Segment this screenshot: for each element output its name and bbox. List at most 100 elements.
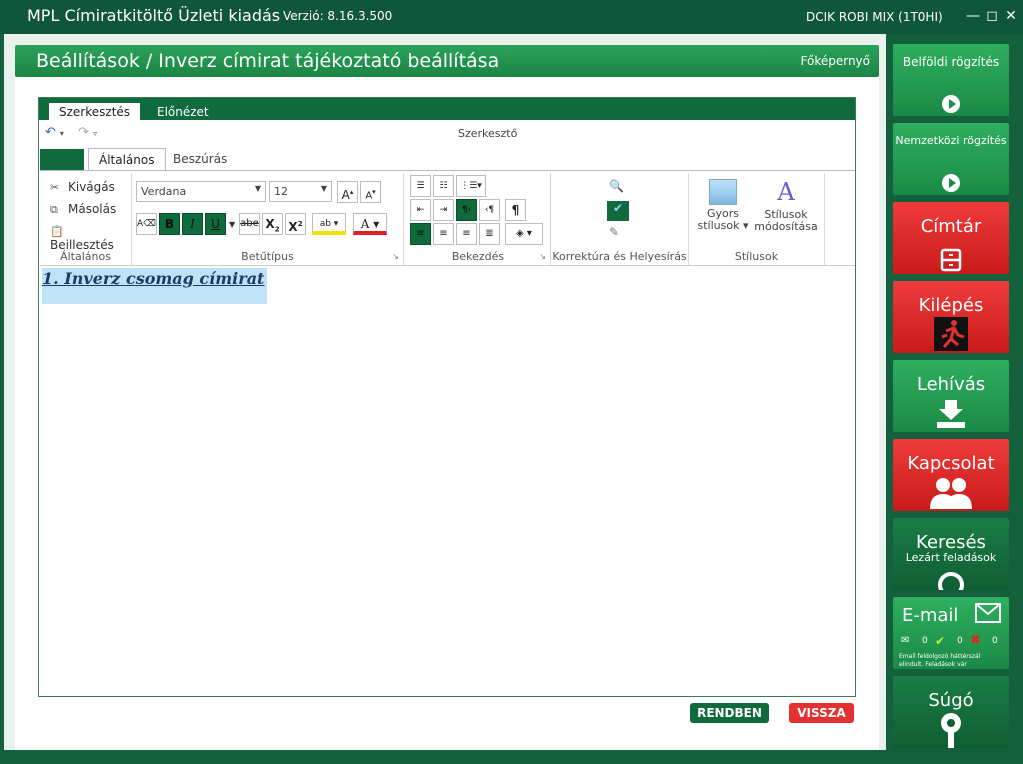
search-button[interactable]: Keresés Lezárt feladások [893,518,1009,590]
modify-styles-icon: A [777,178,795,206]
domestic-entry-button[interactable]: Belföldi rögzítés [893,44,1009,116]
ok-button[interactable]: RENDBEN [690,703,769,723]
modify-styles-label-2: módosítása [754,220,818,233]
decrease-indent-button[interactable]: ⇤ [410,199,431,221]
italic-button[interactable]: I [182,213,203,235]
contacts-icon [930,478,972,509]
font-size-select[interactable]: 12 ▼ [269,181,332,202]
version-label: Verzió: 8.16.3.500 [283,9,393,23]
numbered-list-button[interactable]: ☷ [433,175,454,197]
customize-qat-icon[interactable]: ▿ [93,129,97,138]
superscript-button[interactable]: X2 [285,213,306,235]
justify-button[interactable]: ≣ [479,223,500,245]
help-button[interactable]: Súgó [893,676,1009,748]
group-font-label: Betűtípus [241,250,294,263]
group-paragraph: ☰ ☷ ⋮☰▾ ⇤ ⇥ ¶› ‹¶ ¶ ≡ ≡ ≡ ≣ ◈ ▾ Bekezdés… [406,173,551,265]
ribbon-tab-general[interactable]: Általános [88,148,166,170]
rtl-button[interactable]: ‹¶ [479,199,500,221]
spell-check-icon[interactable]: ✔ [607,201,629,221]
highlight-button[interactable]: ab ▾ [312,213,346,235]
file-tab[interactable] [40,149,84,170]
show-marks-button[interactable]: ¶ [505,199,526,221]
email-panel[interactable]: E-mail ✉ 0 ✔ 0 ✖ 0 Email feldolgozó hátt… [893,597,1009,669]
clear-format-button[interactable]: A⌫ [136,213,157,235]
company-label: DCIK ROBI MIX (1T0HI) [806,10,943,24]
exit-button[interactable]: Kilépés [893,281,1009,353]
subscript-button[interactable]: X2 [262,213,283,235]
close-button[interactable]: ✕ [1003,7,1019,25]
key-icon [941,713,961,748]
font-dialog-launcher-icon[interactable]: ↘ [392,252,399,261]
align-left-button[interactable]: ≡ [410,223,431,245]
tab-preview[interactable]: Előnézet [147,103,219,120]
home-link[interactable]: Főképernyő [801,54,871,68]
shrink-font-button[interactable]: A▾ [360,181,381,203]
font-color-button[interactable]: A ▾ [353,213,387,235]
group-paragraph-label: Bekezdés [451,250,505,263]
error-icon: ✖ [970,633,981,648]
exit-label: Kilépés [918,295,984,316]
bold-button[interactable]: B [159,213,180,235]
modify-styles-button[interactable]: A Stílusok módosítása [753,179,819,233]
paste-icon: 📋 [50,225,64,238]
search-label: Keresés [916,532,986,553]
directory-button[interactable]: Címtár [893,202,1009,274]
cabinet-icon [940,248,962,272]
minimize-button[interactable]: — [965,7,981,25]
domestic-entry-label: Belföldi rögzítés [902,55,1000,69]
back-button[interactable]: VISSZA [789,703,854,723]
quick-styles-button[interactable]: Gyors stílusok ▾ [695,179,751,232]
maximize-button[interactable]: ◻ [984,7,1000,25]
help-label: Súgó [928,690,974,711]
contact-button[interactable]: Kapcsolat [893,439,1009,511]
search-sublabel: Lezárt feladások [905,551,997,564]
align-center-button[interactable]: ≡ [433,223,454,245]
underline-dropdown-icon[interactable]: ▼ [229,220,235,229]
cut-label: Kivágás [68,180,115,194]
international-entry-button[interactable]: Nemzetközi rögzítés [893,123,1009,195]
rich-text-editor: Szerkesztés Előnézet ↶ ▾ ↷ ▿ Szerkesztő Ál… [38,97,856,697]
font-name-select[interactable]: Verdana ▼ [136,181,266,202]
page-title: Beállítások / Inverz címirat tájékoztató… [36,50,500,72]
copy-button[interactable]: ⧉ Másolás [50,202,116,217]
redo-icon[interactable]: ↷ [78,125,89,140]
app-title: MPL Címiratkitöltő Üzleti kiadás [27,6,281,25]
undo-dropdown-icon[interactable]: ▾ [60,129,64,138]
document-text[interactable]: 1. Inverz csomag címirat [42,269,264,288]
envelope-icon [975,603,1001,623]
ribbon: ✂ Kivágás ⧉ Másolás 📋Beillesztés Általános… [40,170,855,266]
replace-icon[interactable]: ✎ [609,225,619,239]
group-general: ✂ Kivágás ⧉ Másolás 📋Beillesztés Általános [40,173,132,265]
increase-indent-button[interactable]: ⇥ [433,199,454,221]
underline-button[interactable]: U [205,213,226,235]
email-label: E-mail [902,605,959,626]
find-icon[interactable]: 🔍 [609,179,624,193]
cut-button[interactable]: ✂ Kivágás [50,180,115,194]
ltr-button[interactable]: ¶› [456,199,477,221]
undo-icon[interactable]: ↶ [45,125,56,140]
ribbon-tab-insert[interactable]: Beszúrás [163,148,237,170]
strikethrough-button[interactable]: abe [239,213,260,235]
mail-count-icon: ✉ [901,635,910,646]
international-entry-label: Nemzetközi rögzítés [895,134,1007,147]
paragraph-dialog-launcher-icon[interactable]: ↘ [539,252,546,261]
paste-button[interactable]: 📋Beillesztés [50,224,131,252]
group-proofing-label: Korrektúra és Helyesírás [552,250,687,263]
group-styles-label: Stílusok [734,250,779,263]
font-name-value: Verdana [141,185,187,198]
page-header: Beállítások / Inverz címirat tájékoztató… [15,45,879,77]
grow-font-button[interactable]: A▴ [337,181,358,203]
play-icon [942,174,960,192]
copy-label: Másolás [68,202,117,216]
multilevel-list-button[interactable]: ⋮☰▾ [456,175,486,197]
tab-edit[interactable]: Szerkesztés [49,103,141,120]
quick-access-toolbar: ↶ ▾ ↷ ▿ [45,125,101,140]
align-right-button[interactable]: ≡ [456,223,477,245]
copy-icon: ⧉ [50,203,58,216]
bullet-list-button[interactable]: ☰ [410,175,431,197]
success-count-value: 0 [957,636,963,646]
call-button[interactable]: Lehívás [893,360,1009,432]
scissors-icon: ✂ [50,181,60,194]
shading-button[interactable]: ◈ ▾ [505,223,543,245]
play-icon [942,95,960,113]
